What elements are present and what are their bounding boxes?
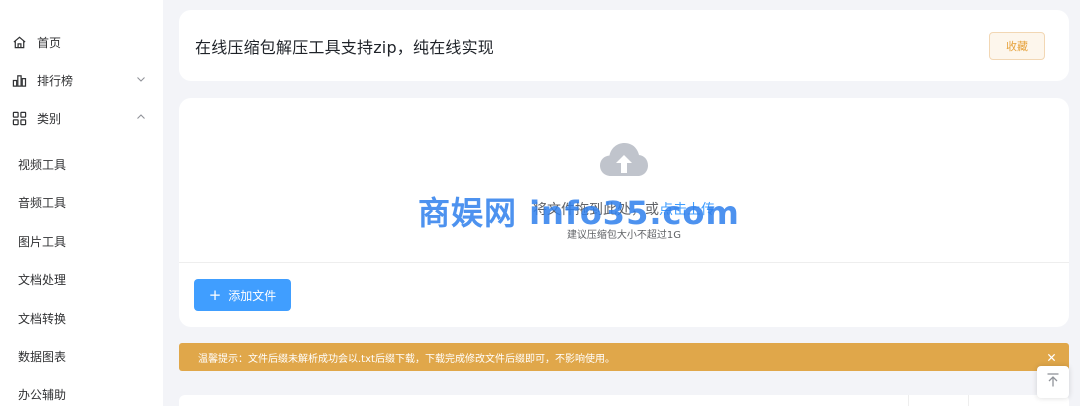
drop-instruction: 将文件拖到此处，或点击上传 <box>179 199 1069 219</box>
arrow-up-icon <box>1045 372 1061 392</box>
sidebar-subitem-data-charts[interactable]: 数据图表 <box>0 337 163 375</box>
sidebar-subitem-image-tools[interactable]: 图片工具 <box>0 222 163 260</box>
sidebar-subitem-label: 数据图表 <box>18 349 67 364</box>
chevron-up-icon <box>135 111 147 123</box>
warning-alert: 温馨提示：文件后缀未解析成功会以.txt后缀下载，下载完成修改文件后缀即可，不影… <box>179 343 1069 371</box>
close-icon[interactable] <box>1045 351 1057 363</box>
sidebar-item-label: 首页 <box>37 35 62 50</box>
sidebar-subitem-video-tools[interactable]: 视频工具 <box>0 145 163 183</box>
add-file-label: 添加文件 <box>228 288 277 303</box>
upload-size-hint: 建议压缩包大小不超过1G <box>566 230 682 241</box>
plus-icon: + <box>208 285 222 304</box>
page-title: 在线压缩包解压工具支持zip，纯在线实现 <box>195 38 495 57</box>
add-file-button[interactable]: + 添加文件 <box>194 279 291 311</box>
drop-text: 将文件拖到此处，或 <box>533 202 659 218</box>
favorite-button[interactable]: 收藏 <box>989 32 1045 60</box>
home-icon <box>11 34 27 50</box>
sidebar-subitem-label: 文档转换 <box>18 311 67 326</box>
sidebar-subitem-label: 图片工具 <box>18 234 67 249</box>
sidebar-subitem-audio-tools[interactable]: 音频工具 <box>0 183 163 221</box>
chevron-down-icon <box>135 73 147 85</box>
sidebar-item-category[interactable]: 类别 <box>0 99 163 137</box>
sidebar-subitem-doc-conversion[interactable]: 文档转换 <box>0 299 163 337</box>
upload-drop-zone[interactable]: 将文件拖到此处，或点击上传 建议压缩包大小不超过1G <box>179 98 1069 263</box>
grid-icon <box>11 110 27 126</box>
sidebar-subitem-label: 视频工具 <box>18 157 67 172</box>
sidebar-subitem-label: 文档处理 <box>18 272 67 287</box>
sidebar-subitem-office-assist[interactable]: 办公辅助 <box>0 375 163 406</box>
alert-text: 温馨提示：文件后缀未解析成功会以.txt后缀下载，下载完成修改文件后缀即可，不影… <box>198 353 615 365</box>
title-card: 在线压缩包解压工具支持zip，纯在线实现 收藏 <box>179 10 1069 81</box>
sidebar-item-home[interactable]: 首页 <box>0 23 163 61</box>
upload-card: 将文件拖到此处，或点击上传 建议压缩包大小不超过1G + 添加文件 <box>179 98 1069 327</box>
sidebar-subitem-label: 音频工具 <box>18 195 67 210</box>
back-to-top-button[interactable] <box>1037 366 1069 398</box>
file-list-card <box>179 395 1069 406</box>
sidebar-subitem-doc-processing[interactable]: 文档处理 <box>0 260 163 298</box>
column-divider <box>968 395 969 406</box>
click-upload-link[interactable]: 点击上传 <box>659 202 715 218</box>
sidebar: 首页 排行榜 类别 视频工具 音频工具 图片工具 文档处理 文档转换 数据图表 … <box>0 0 163 406</box>
sidebar-subitem-label: 办公辅助 <box>18 387 67 402</box>
bar-chart-icon <box>11 72 27 88</box>
cloud-upload-icon <box>599 140 649 180</box>
column-divider <box>908 395 909 406</box>
sidebar-item-ranking[interactable]: 排行榜 <box>0 61 163 99</box>
sidebar-item-label: 排行榜 <box>37 73 74 88</box>
sidebar-item-label: 类别 <box>37 111 62 126</box>
